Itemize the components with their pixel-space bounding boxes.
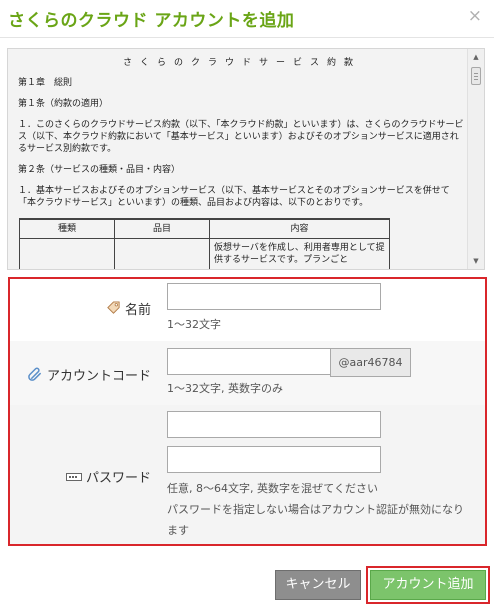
account-code-hint: 1〜32文字, 英数字のみ — [167, 382, 283, 395]
password-hint: 任意, 8〜64文字, 英数字を混ぜてください — [167, 482, 378, 495]
account-code-input[interactable] — [167, 348, 331, 375]
table-cell-content: 仮想サーバを作成し、利用者専用として提供するサービスです。プランごと — [209, 238, 390, 269]
terms-scrollbar[interactable]: ▲ ▼ — [467, 49, 484, 269]
terms-article2-title: 第２条（サービスの種類・品目・内容） — [18, 165, 181, 175]
password-hint-2: パスワードを指定しない場合はアカウント認証が無効になります — [167, 503, 464, 537]
close-icon: × — [467, 6, 482, 26]
terms-content: さくらのクラウドサービス約款 第１章 総則 第１条（約款の適用） １．このさくら… — [18, 57, 466, 269]
table-header-item: 品目 — [114, 218, 210, 239]
dialog-title: さくらのクラウド アカウントを追加 — [8, 11, 295, 31]
name-hint: 1〜32文字 — [167, 318, 221, 331]
name-input[interactable] — [167, 283, 381, 310]
account-code-label-text: アカウントコード — [46, 369, 151, 384]
password-row: パスワード 任意, 8〜64文字, 英数字を混ぜてください パスワードを指定しな… — [10, 405, 485, 544]
account-code-suffix: @aar46784 — [330, 348, 411, 377]
add-account-button[interactable]: アカウント追加 — [370, 570, 486, 600]
scroll-up-arrow-icon[interactable]: ▲ — [468, 51, 484, 63]
name-label-text: 名前 — [124, 303, 151, 318]
table-header-row: 種類 品目 内容 — [19, 218, 390, 239]
password-label-text: パスワード — [85, 471, 151, 486]
name-label: 名前 — [106, 299, 151, 318]
terms-article2-body: １．基本サービスおよびそのオプションサービス（以下、基本サービスとそのオプション… — [18, 186, 450, 208]
terms-box[interactable]: さくらのクラウドサービス約款 第１章 総則 第１条（約款の適用） １．このさくら… — [7, 48, 485, 270]
terms-chapter: 第１章 総則 — [18, 78, 73, 88]
password-input[interactable] — [167, 411, 381, 438]
cancel-button[interactable]: キャンセル — [275, 570, 361, 600]
account-form: 名前 1〜32文字 アカウントコード @aar46784 1〜32文字, 英数字… — [8, 277, 487, 546]
password-confirm-input[interactable] — [167, 446, 381, 473]
thumb-grip — [474, 73, 478, 74]
table-cell — [114, 238, 210, 269]
scroll-thumb[interactable] — [471, 67, 481, 85]
name-row: 名前 1〜32文字 — [10, 279, 485, 341]
password-icon — [65, 471, 82, 483]
table-row: 仮想サーバを作成し、利用者専用として提供するサービスです。プランごと — [19, 238, 390, 269]
table-header-type: 種類 — [19, 218, 115, 239]
scroll-down-arrow-icon[interactable]: ▼ — [468, 255, 484, 267]
terms-heading: さくらのクラウドサービス約款 — [122, 58, 361, 68]
table-cell — [19, 238, 115, 269]
password-label: パスワード — [65, 467, 151, 486]
terms-article1-title: 第１条（約款の適用） — [18, 99, 109, 109]
paperclip-icon — [28, 367, 43, 382]
terms-table: 種類 品目 内容 仮想サーバを作成し、利用者専用として提供するサービスです。プラ… — [19, 218, 390, 269]
tag-icon — [106, 301, 121, 316]
thumb-grip — [474, 79, 478, 80]
title-divider — [0, 37, 494, 38]
table-header-content: 内容 — [209, 218, 390, 239]
close-button[interactable]: × — [468, 6, 482, 26]
terms-article1-body: １．このさくらのクラウドサービス約款（以下、「本クラウド約款」といいます）は、さ… — [18, 120, 464, 154]
account-code-label: アカウントコード — [28, 365, 151, 384]
account-code-row: アカウントコード @aar46784 1〜32文字, 英数字のみ — [10, 341, 485, 405]
thumb-grip — [474, 76, 478, 77]
